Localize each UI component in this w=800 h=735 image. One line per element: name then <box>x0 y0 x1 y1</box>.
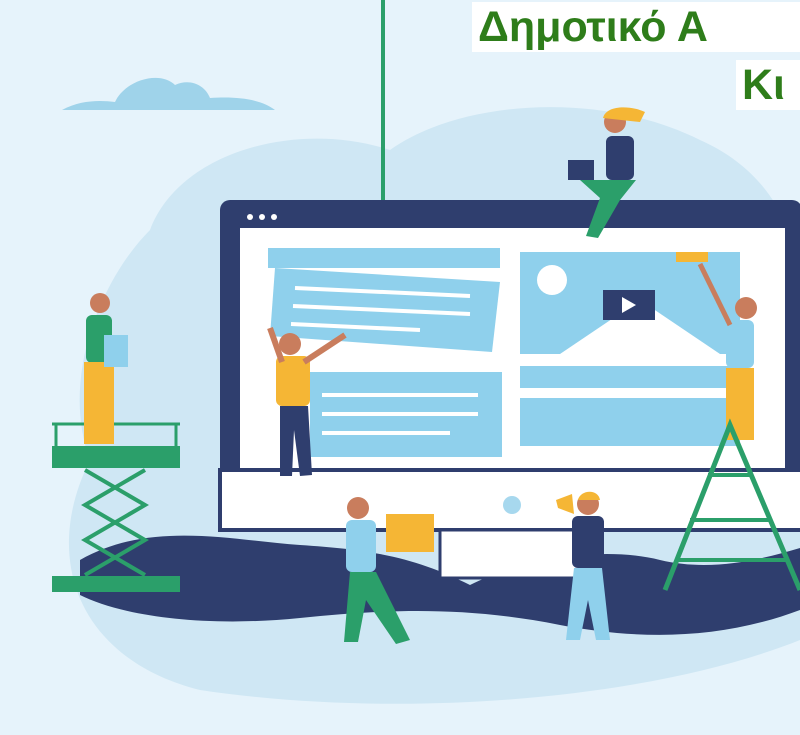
page-title-line-1: Δημοτικό Α <box>472 2 800 52</box>
person-head <box>90 293 110 313</box>
browser-dot <box>259 214 265 220</box>
paint-roller <box>676 252 708 262</box>
cardboard-box <box>386 514 434 552</box>
website-construction-illustration <box>52 0 800 704</box>
browser-dot <box>247 214 253 220</box>
screen-panel-right <box>520 398 740 446</box>
image-sun <box>537 265 567 295</box>
person-head <box>735 297 757 319</box>
person-head <box>347 497 369 519</box>
monitor-power-light <box>503 496 521 514</box>
tablet <box>104 335 128 367</box>
person-head <box>279 333 301 355</box>
person-body <box>346 520 376 572</box>
person-body <box>572 516 604 568</box>
page-title-line-2: Κι <box>736 60 800 110</box>
person-body <box>276 356 310 406</box>
scissor-lift-platform <box>52 446 180 468</box>
person-legs <box>84 362 114 444</box>
browser-dot <box>271 214 277 220</box>
person-body <box>726 320 754 368</box>
cloud-shape <box>62 77 275 110</box>
scissor-lift-base <box>52 576 180 592</box>
screen-panel-right <box>520 366 740 388</box>
laptop <box>568 160 594 180</box>
person-body <box>606 136 634 180</box>
screen-panel-left-top <box>268 248 500 268</box>
monitor-stand <box>438 528 582 580</box>
